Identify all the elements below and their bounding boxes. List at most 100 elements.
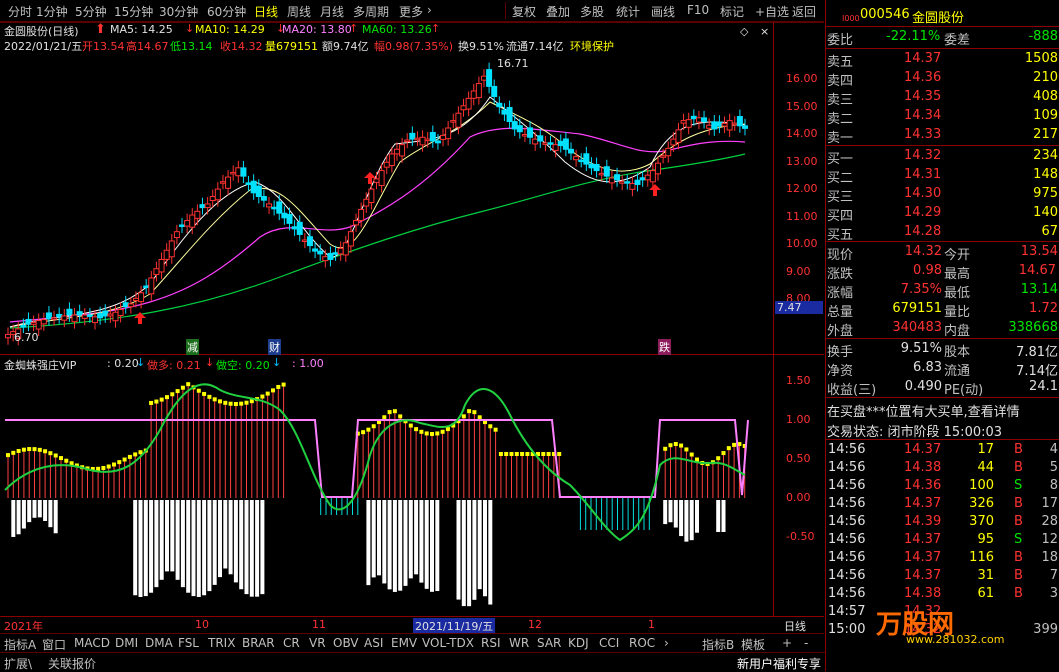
chevron-right-icon[interactable]: › <box>427 3 432 17</box>
related-quote-button[interactable]: 关联报价 <box>48 655 96 672</box>
f10-button[interactable]: F10 <box>687 3 709 17</box>
tab-roc[interactable]: ROC <box>629 636 655 650</box>
tab-cci[interactable]: CCI <box>599 636 619 650</box>
tab-emv[interactable]: EMV <box>391 636 417 650</box>
tab-wr[interactable]: WR <box>509 636 529 650</box>
ask-price: 14.34 <box>904 108 942 123</box>
tick-side: B <box>1014 460 1023 475</box>
stat-label: 股本 <box>944 345 971 360</box>
tab-vr[interactable]: VR <box>309 636 326 650</box>
indicator-chart[interactable]: 金蜘蛛强庄VIP : 0.20 ↓ 做多: 0.21 ↓ 做空: 0.20 ↓ … <box>0 355 824 617</box>
tick-time: 14:56 <box>828 460 866 475</box>
tab-vol-tdx[interactable]: VOL-TDX <box>422 636 474 650</box>
long-cap <box>233 401 238 406</box>
promo-link[interactable]: 新用户福利专享 <box>737 655 821 672</box>
add-favorite-button[interactable]: +自选 <box>755 3 789 20</box>
event-label[interactable]: 财 <box>268 339 281 355</box>
chevron-right-icon[interactable]: › <box>664 636 669 650</box>
minus-button[interactable]: - <box>804 636 808 650</box>
short-bar <box>435 500 440 592</box>
tab-dma[interactable]: DMA <box>145 636 173 650</box>
long-cap <box>112 462 116 467</box>
kline-chart[interactable]: 金圆股份(日线) ⬆ MA5: 14.25 ↓ MA10: 14.29 ↓ MA… <box>0 22 824 355</box>
event-label[interactable]: 减 <box>186 339 199 355</box>
long-cap <box>196 388 201 393</box>
tick-time: 14:56 <box>828 496 866 511</box>
candle-body <box>742 125 748 129</box>
draw-line-button[interactable]: 画线 <box>651 3 675 20</box>
tick-time: 14:56 <box>828 478 866 493</box>
tab-30min[interactable]: 30分钟 <box>159 3 198 20</box>
tab-obv[interactable]: OBV <box>333 636 359 650</box>
diamond-icon[interactable]: ◇ <box>740 25 748 38</box>
tab-sar[interactable]: SAR <box>537 636 561 650</box>
candle-body <box>173 231 180 239</box>
overlay-button[interactable]: 叠加 <box>546 3 570 20</box>
short-bar <box>382 500 387 584</box>
candle-body <box>86 314 93 318</box>
price-axis-label: 14.00 <box>786 127 818 140</box>
candle-body <box>353 220 360 226</box>
candle-body <box>225 176 232 189</box>
long-cap <box>504 452 509 456</box>
candle-body <box>383 161 390 168</box>
tab-rsi[interactable]: RSI <box>481 636 501 650</box>
event-label[interactable]: 跌 <box>658 339 671 355</box>
back-button[interactable]: 返回 <box>792 3 816 20</box>
tab-multi-period[interactable]: 多周期 <box>353 3 389 20</box>
close-icon[interactable]: × <box>760 25 769 38</box>
candle-body <box>219 181 226 184</box>
candle-body <box>486 69 493 87</box>
template-button[interactable]: 模板 <box>741 636 765 653</box>
tick-volume: 44 <box>977 460 994 475</box>
tab-cr[interactable]: CR <box>283 636 300 650</box>
chart-title: 金圆股份(日线) <box>4 25 79 38</box>
add-button[interactable]: + <box>782 636 792 650</box>
tab-trix[interactable]: TRIX <box>208 636 235 650</box>
tab-dmi[interactable]: DMI <box>115 636 138 650</box>
tab-fsl[interactable]: FSL <box>178 636 199 650</box>
expand-button[interactable]: 扩展\ <box>4 655 32 672</box>
tick-volume: 95 <box>977 532 994 547</box>
sector-tag[interactable]: 环境保护 <box>570 38 614 54</box>
tab-monthly[interactable]: 月线 <box>320 3 344 20</box>
multi-stock-button[interactable]: 多股 <box>580 3 604 20</box>
stat-label: 流通 <box>944 364 971 379</box>
big-order-notice[interactable]: 在买盘***位置有大买单,查看详情 <box>827 401 1020 420</box>
tab-indicator-b[interactable]: 指标B <box>702 636 734 653</box>
long-cap <box>525 452 530 456</box>
tab-fenshi[interactable]: 分时 <box>8 3 32 20</box>
mark-button[interactable]: 标记 <box>720 3 744 20</box>
tab-brar[interactable]: BRAR <box>242 636 275 650</box>
short-bar <box>689 500 694 541</box>
tab-15min[interactable]: 15分钟 <box>114 3 153 20</box>
statistics-button[interactable]: 统计 <box>616 3 640 20</box>
tab-5min[interactable]: 5分钟 <box>75 3 107 20</box>
tab-60min[interactable]: 60分钟 <box>207 3 246 20</box>
candle-body <box>56 313 63 318</box>
ma10-line <box>9 101 746 328</box>
tab-macd[interactable]: MACD <box>74 636 110 650</box>
stat-value: 9.51% <box>900 341 942 356</box>
restore-rights-button[interactable]: 复权 <box>512 3 536 20</box>
tab-indicator-a[interactable]: 指标A <box>4 636 36 653</box>
candle-body <box>445 127 452 140</box>
quote-row: 涨幅 7.35% 最低 13.14 <box>826 281 1059 301</box>
tick-time: 14:56 <box>828 442 866 457</box>
tab-1min[interactable]: 1分钟 <box>36 3 68 20</box>
stat-value: 14.32 <box>904 244 942 259</box>
stat-label: 量比 <box>944 305 971 320</box>
tick-count: 399 <box>1033 622 1058 637</box>
tab-kdj[interactable]: KDJ <box>568 636 589 650</box>
tab-more[interactable]: 更多 <box>399 3 423 20</box>
quote-row: 总量 679151 量比 1.72 <box>826 300 1059 320</box>
tab-window[interactable]: 窗口 <box>42 636 66 653</box>
candle-body <box>475 83 482 99</box>
candle-body <box>440 134 447 140</box>
tab-weekly[interactable]: 周线 <box>287 3 311 20</box>
tab-daily[interactable]: 日线 <box>254 3 278 20</box>
tab-asi[interactable]: ASI <box>364 636 383 650</box>
ma5-value: MA5: 14.25 <box>110 23 173 36</box>
long-cap <box>477 415 482 420</box>
ask-volume: 210 <box>1033 70 1058 85</box>
